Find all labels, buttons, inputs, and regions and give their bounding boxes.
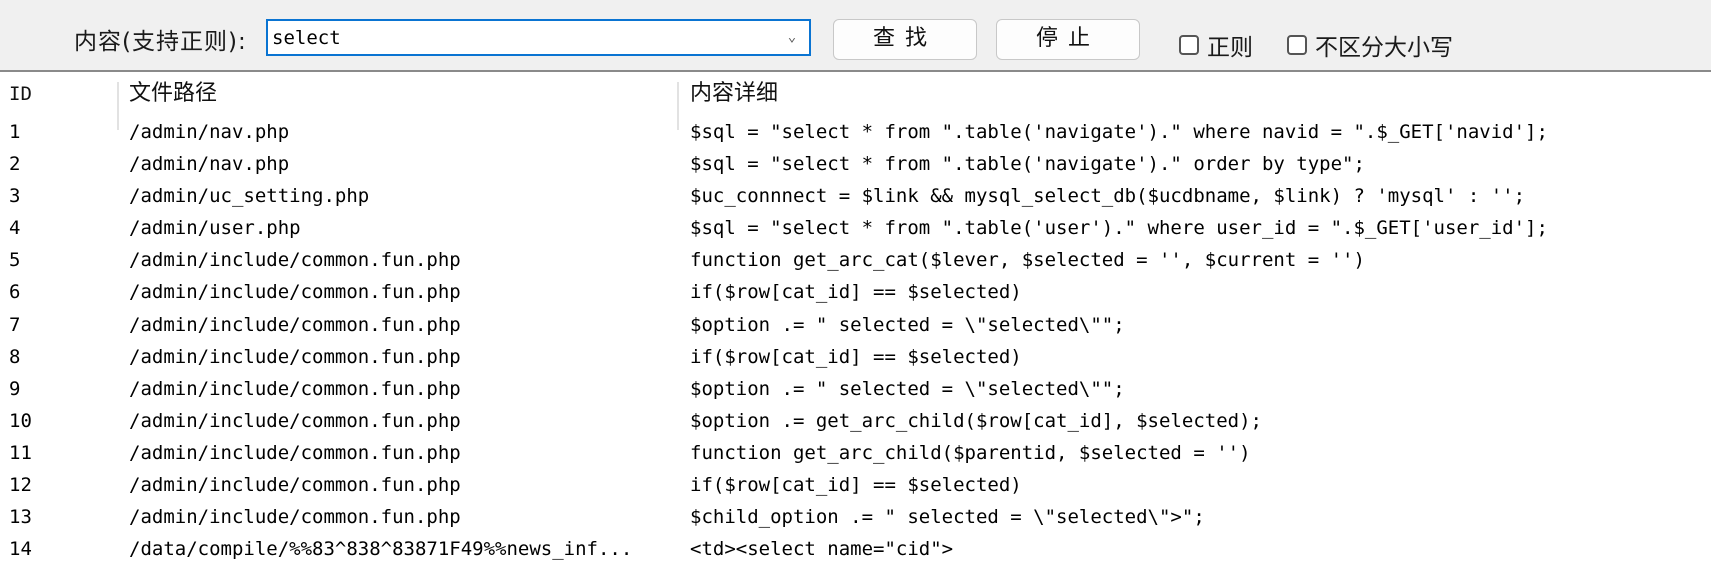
table-row[interactable]: 7/admin/include/common.fun.php $option .=… [0,309,1711,341]
column-header-id[interactable]: ID [9,72,32,116]
table-row[interactable]: 5/admin/include/common.fun.php function g… [0,244,1711,276]
row-detail: if($row[cat_id] == $selected) [690,281,1022,304]
row-path: /admin/include/common.fun.php [129,281,461,304]
row-id: 2 [9,153,21,176]
row-detail: if($row[cat_id] == $selected) [690,474,1022,497]
row-detail: $option .= " selected = \"selected\""; [690,313,1125,336]
table-row[interactable]: 3/admin/uc_setting.php $uc_connnect = $li… [0,180,1711,212]
table-row[interactable]: 12/admin/include/common.fun.php if($row[c… [0,469,1711,501]
row-id: 10 [9,409,32,432]
find-button[interactable]: 查找 [833,19,977,60]
row-id: 11 [9,441,32,464]
row-id: 4 [9,217,21,240]
row-path: /admin/include/common.fun.php [129,345,461,368]
row-detail: $option .= " selected = \"selected\""; [690,377,1125,400]
chevron-down-icon[interactable]: ⌄ [783,29,801,45]
row-id: 1 [9,121,21,143]
row-detail: $option .= get_arc_child($row[cat_id], $… [690,409,1262,432]
row-id: 13 [9,506,32,529]
row-path: /admin/include/common.fun.php [129,474,461,497]
results-table: ID 文件路径 内容详细 1/admin/nav.php $sql = "sele… [0,72,1711,565]
row-id: 6 [9,281,21,304]
column-header-detail[interactable]: 内容详细 [690,72,778,116]
row-id: 5 [9,249,21,272]
row-path: /admin/include/common.fun.php [129,313,461,336]
search-input[interactable] [272,24,762,51]
row-detail: $uc_connnect = $link && mysql_select_db(… [690,185,1526,208]
row-id: 3 [9,185,21,208]
row-path: /admin/include/common.fun.php [129,377,461,400]
row-path: /admin/include/common.fun.php [129,506,461,529]
row-id: 14 [9,538,32,561]
regex-checkbox[interactable]: 正则 [1179,28,1253,62]
search-label: 内容(支持正则): [74,29,247,55]
table-row[interactable]: 8/admin/include/common.fun.php if($row[ca… [0,341,1711,373]
row-id: 7 [9,313,21,336]
table-row[interactable]: 4/admin/user.php $sql = "select * from ".… [0,212,1711,244]
row-id: 12 [9,474,32,497]
table-row[interactable]: 14/data/compile/%%83^838^83871F49%%news_… [0,533,1711,565]
row-id: 8 [9,345,21,368]
table-row[interactable]: 2/admin/nav.php $sql = "select * from ".t… [0,148,1711,180]
row-path: /admin/user.php [129,217,301,240]
table-row[interactable]: 9/admin/include/common.fun.php $option .=… [0,373,1711,405]
row-path: /admin/uc_setting.php [129,185,370,208]
row-detail: $child_option .= " selected = \"selected… [690,506,1205,529]
row-detail: $sql = "select * from ".table('navigate'… [690,121,1548,143]
table-row[interactable]: 6/admin/include/common.fun.php if($row[ca… [0,276,1711,308]
row-detail: <td><select name="cid"> [690,538,954,561]
row-detail: $sql = "select * from ".table('navigate'… [690,153,1365,176]
checkbox-box[interactable] [1287,35,1307,55]
row-path: /admin/nav.php [129,153,290,176]
case-insensitive-checkbox-label: 不区分大小写 [1315,35,1453,61]
table-row[interactable]: 11/admin/include/common.fun.php function … [0,437,1711,469]
row-detail: function get_arc_cat($lever, $selected =… [690,249,1365,272]
regex-checkbox-label: 正则 [1207,35,1253,61]
stop-button[interactable]: 停止 [996,19,1140,60]
column-header-path[interactable]: 文件路径 [129,72,217,116]
table-row[interactable]: 1/admin/nav.php $sql = "select * from ".t… [0,116,1711,148]
row-path: /data/compile/%%83^838^83871F49%%news_in… [129,538,633,561]
row-path: /admin/include/common.fun.php [129,249,461,272]
row-detail: function get_arc_child($parentid, $selec… [690,441,1251,464]
table-header: ID 文件路径 内容详细 [0,72,1711,130]
row-path: /admin/include/common.fun.php [129,441,461,464]
table-row[interactable]: 10/admin/include/common.fun.php $option .… [0,405,1711,437]
row-detail: if($row[cat_id] == $selected) [690,345,1022,368]
case-insensitive-checkbox[interactable]: 不区分大小写 [1287,28,1453,62]
search-toolbar: 内容(支持正则): ⌄ 查找 停止 正则 不区分大小写 [0,0,1711,72]
row-id: 9 [9,377,21,400]
row-path: /admin/nav.php [129,121,290,143]
row-detail: $sql = "select * from ".table('user')." … [690,217,1548,240]
table-body: 1/admin/nav.php $sql = "select * from ".t… [0,116,1711,565]
table-row[interactable]: 13/admin/include/common.fun.php $child_op… [0,501,1711,533]
row-path: /admin/include/common.fun.php [129,409,461,432]
checkbox-box[interactable] [1179,35,1199,55]
search-combobox[interactable]: ⌄ [266,19,811,56]
